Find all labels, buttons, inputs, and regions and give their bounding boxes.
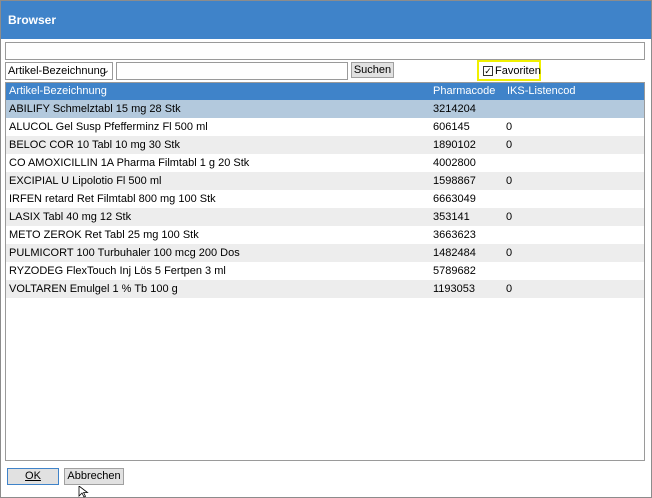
cell-iks-code: 0 bbox=[506, 283, 513, 295]
browser-dialog: Browser Artikel-Bezeichnung ⌄ Suchen ✓ F… bbox=[0, 0, 652, 498]
cell-pharmacode: 1482484 bbox=[433, 247, 476, 259]
table-row[interactable]: PULMICORT 100 Turbuhaler 100 mcg 200 Dos… bbox=[6, 244, 644, 262]
cell-article: VOLTAREN Emulgel 1 % Tb 100 g bbox=[9, 283, 178, 295]
cell-article: METO ZEROK Ret Tabl 25 mg 100 Stk bbox=[9, 229, 199, 241]
cell-article: PULMICORT 100 Turbuhaler 100 mcg 200 Dos bbox=[9, 247, 240, 259]
table-row[interactable]: METO ZEROK Ret Tabl 25 mg 100 Stk 3663623 bbox=[6, 226, 644, 244]
cell-article: ALUCOL Gel Susp Pfefferminz Fl 500 ml bbox=[9, 121, 208, 133]
cell-article: IRFEN retard Ret Filmtabl 800 mg 100 Stk bbox=[9, 193, 216, 205]
cell-pharmacode: 5789682 bbox=[433, 265, 476, 277]
table-row[interactable]: BELOC COR 10 Tabl 10 mg 30 Stk 1890102 0 bbox=[6, 136, 644, 154]
cell-iks-code: 0 bbox=[506, 247, 513, 259]
top-text-field[interactable] bbox=[5, 42, 645, 60]
cell-article: EXCIPIAL U Lipolotio Fl 500 ml bbox=[9, 175, 162, 187]
cell-pharmacode: 353141 bbox=[433, 211, 470, 223]
cell-article: BELOC COR 10 Tabl 10 mg 30 Stk bbox=[9, 139, 180, 151]
cell-pharmacode: 1598867 bbox=[433, 175, 476, 187]
cell-iks-code: 0 bbox=[506, 175, 513, 187]
column-header-iks[interactable]: IKS-Listencode bbox=[507, 85, 575, 97]
table-row[interactable]: RYZODEG FlexTouch Inj Lös 5 Fertpen 3 ml… bbox=[6, 262, 644, 280]
cell-iks-code: 0 bbox=[506, 139, 513, 151]
title-bar: Browser bbox=[1, 1, 651, 39]
cell-iks-code: 0 bbox=[506, 211, 513, 223]
ok-button[interactable]: OK bbox=[7, 468, 59, 485]
column-header-article[interactable]: Artikel-Bezeichnung bbox=[9, 85, 107, 97]
cell-article: LASIX Tabl 40 mg 12 Stk bbox=[9, 211, 132, 223]
search-field-select[interactable]: Artikel-Bezeichnung ⌄ bbox=[5, 62, 113, 80]
mouse-pointer-icon bbox=[78, 486, 89, 498]
favorites-toggle[interactable]: ✓ Favoriten bbox=[477, 60, 541, 81]
window-title: Browser bbox=[8, 13, 57, 27]
cell-pharmacode: 3214204 bbox=[433, 103, 476, 115]
search-input[interactable] bbox=[116, 62, 348, 80]
table-row[interactable]: IRFEN retard Ret Filmtabl 800 mg 100 Stk… bbox=[6, 190, 644, 208]
cell-pharmacode: 3663623 bbox=[433, 229, 476, 241]
favorites-label: Favoriten bbox=[495, 65, 541, 77]
table-header: Artikel-Bezeichnung Pharmacode IKS-Liste… bbox=[6, 83, 644, 100]
cell-pharmacode: 4002800 bbox=[433, 157, 476, 169]
cell-article: RYZODEG FlexTouch Inj Lös 5 Fertpen 3 ml bbox=[9, 265, 226, 277]
cell-pharmacode: 1193053 bbox=[433, 283, 476, 295]
chevron-down-icon: ⌄ bbox=[101, 65, 110, 76]
cell-pharmacode: 606145 bbox=[433, 121, 470, 133]
cell-article: CO AMOXICILLIN 1A Pharma Filmtabl 1 g 20… bbox=[9, 157, 250, 169]
table-row[interactable]: EXCIPIAL U Lipolotio Fl 500 ml 1598867 0 bbox=[6, 172, 644, 190]
table-row[interactable]: ABILIFY Schmelztabl 15 mg 28 Stk 3214204 bbox=[6, 100, 644, 118]
check-icon: ✓ bbox=[484, 66, 492, 76]
cell-pharmacode: 1890102 bbox=[433, 139, 476, 151]
column-header-pharmacode[interactable]: Pharmacode bbox=[433, 85, 495, 97]
ok-button-label: OK bbox=[25, 470, 41, 482]
search-button[interactable]: Suchen bbox=[351, 62, 394, 78]
table-row[interactable]: ALUCOL Gel Susp Pfefferminz Fl 500 ml 606… bbox=[6, 118, 644, 136]
article-table: Artikel-Bezeichnung Pharmacode IKS-Liste… bbox=[5, 82, 645, 461]
table-row[interactable]: CO AMOXICILLIN 1A Pharma Filmtabl 1 g 20… bbox=[6, 154, 644, 172]
cancel-button[interactable]: Abbrechen bbox=[64, 468, 124, 485]
table-row[interactable]: LASIX Tabl 40 mg 12 Stk 353141 0 bbox=[6, 208, 644, 226]
cell-iks-code: 0 bbox=[506, 121, 513, 133]
cell-article: ABILIFY Schmelztabl 15 mg 28 Stk bbox=[9, 103, 181, 115]
cell-pharmacode: 6663049 bbox=[433, 193, 476, 205]
search-field-select-value: Artikel-Bezeichnung bbox=[8, 65, 106, 77]
favorites-checkbox[interactable]: ✓ bbox=[483, 66, 493, 76]
table-body: ABILIFY Schmelztabl 15 mg 28 Stk 3214204 A… bbox=[6, 100, 644, 298]
table-row[interactable]: VOLTAREN Emulgel 1 % Tb 100 g 1193053 0 bbox=[6, 280, 644, 298]
